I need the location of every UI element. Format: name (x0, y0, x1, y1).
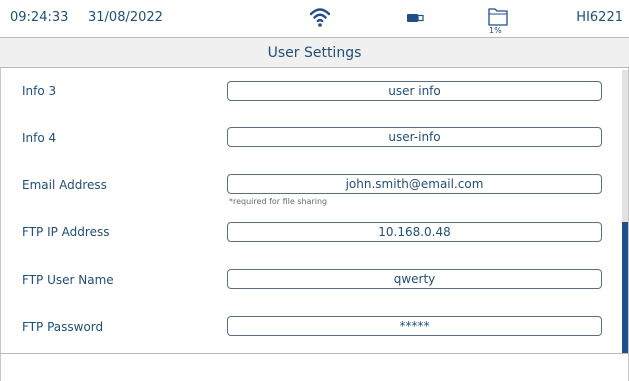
usb-icon (407, 14, 424, 22)
ftp-ip-label: FTP IP Address (22, 225, 110, 239)
info3-label: Info 3 (22, 84, 57, 98)
clock-time: 09:24:33 (10, 10, 69, 25)
page-title: User Settings (0, 38, 629, 68)
ftp-password-label: FTP Password (22, 320, 104, 334)
status-bar: 09:24:33 31/08/2022 1% HI6221 (0, 0, 629, 38)
divider (0, 353, 629, 354)
setting-row-ftp-ip: FTP IP Address 10.168.0.48 (0, 209, 629, 256)
email-label: Email Address (22, 178, 107, 192)
ftp-user-field[interactable]: qwerty (227, 269, 602, 289)
settings-list: Info 3 user info Info 4 user-info Email … (0, 68, 629, 353)
wifi-icon (310, 8, 330, 27)
info4-label: Info 4 (22, 131, 57, 145)
setting-row-email: Email Address john.smith@email.com *requ… (0, 162, 629, 209)
info4-field[interactable]: user-info (227, 127, 602, 147)
scrollbar-thumb[interactable] (622, 222, 628, 353)
ftp-ip-field[interactable]: 10.168.0.48 (227, 222, 602, 242)
device-model: HI6221 (576, 10, 623, 25)
setting-row-ftp-user: FTP User Name qwerty (0, 256, 629, 303)
email-hint: *required for file sharing (229, 197, 328, 206)
storage-percent: 1% (489, 26, 502, 35)
clock-date: 31/08/2022 (88, 10, 163, 25)
setting-row-info3: Info 3 user info (0, 68, 629, 115)
setting-row-info4: Info 4 user-info (0, 115, 629, 162)
email-field[interactable]: john.smith@email.com (227, 174, 602, 194)
ftp-password-field[interactable]: ***** (227, 316, 602, 336)
info3-field[interactable]: user info (227, 81, 602, 101)
ftp-user-label: FTP User Name (22, 273, 114, 287)
setting-row-ftp-password: FTP Password ***** (0, 303, 629, 350)
